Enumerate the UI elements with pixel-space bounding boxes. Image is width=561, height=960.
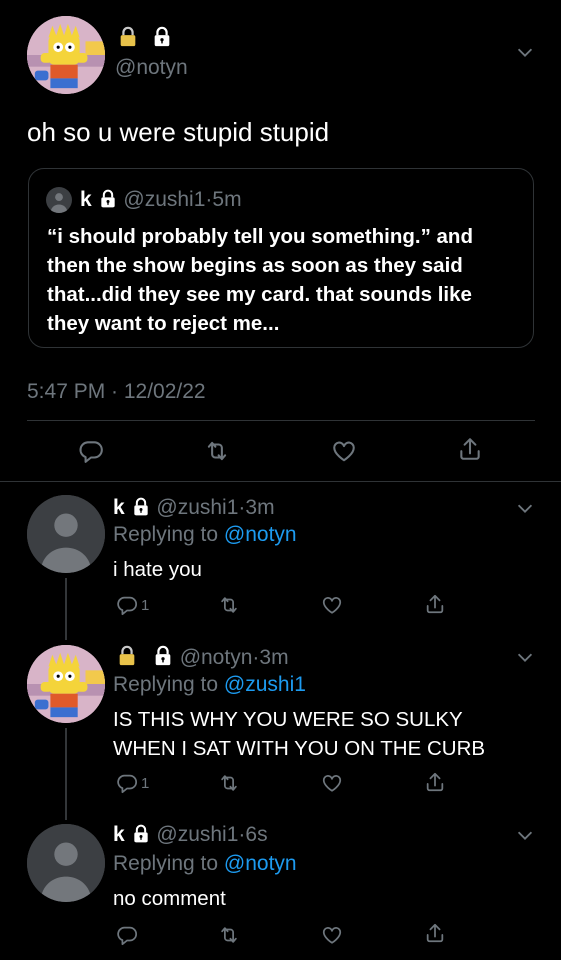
lock-icon	[117, 26, 139, 48]
replying-label: Replying to	[113, 852, 219, 875]
replying-to: Replying to @zushi1	[113, 673, 306, 697]
reply-text-line: WHEN I SAT WITH YOU ON THE CURB	[113, 737, 486, 760]
reply-button[interactable]: 1	[116, 772, 149, 794]
chevron-down-icon[interactable]	[514, 497, 536, 519]
retweet-icon	[218, 772, 240, 794]
lock-icon	[98, 189, 118, 209]
quote-time: 5m	[212, 188, 242, 211]
quote-author-name: k	[80, 188, 92, 211]
lock-icon	[131, 824, 151, 844]
reply-text: no comment	[113, 887, 226, 910]
divider	[27, 420, 535, 421]
quote-text: “i should probably tell you something.” …	[47, 225, 473, 335]
reply-time: 3m	[259, 646, 289, 669]
reply-header: k @zushi1·6s	[113, 823, 268, 847]
avatar-image	[27, 645, 105, 723]
avatar[interactable]	[27, 16, 105, 94]
share-icon	[457, 436, 483, 462]
author-handle[interactable]: @zushi1	[156, 496, 238, 519]
avatar[interactable]	[27, 824, 105, 902]
retweet-button[interactable]	[204, 438, 230, 464]
like-icon	[321, 924, 343, 946]
reply-icon	[116, 594, 138, 616]
reply-text: IS THIS WHY YOU WERE SO SULKY WHEN I SAT…	[113, 705, 485, 763]
reply-time: 3m	[245, 496, 275, 519]
chevron-down-icon[interactable]	[514, 646, 536, 668]
retweet-button[interactable]	[218, 594, 240, 616]
replying-to: Replying to @notyn	[113, 852, 297, 876]
replying-to: Replying to @notyn	[113, 523, 297, 547]
reply-button[interactable]	[116, 924, 138, 946]
avatar-image	[46, 187, 72, 213]
lock-icon	[116, 645, 138, 667]
tweet-timestamp[interactable]: 5:47 PM · 12/02/22	[27, 380, 206, 404]
reply-text-line: IS THIS WHY YOU WERE SO SULKY	[113, 708, 463, 731]
reply-icon	[78, 438, 104, 464]
lock-icon	[151, 26, 173, 48]
reply-button[interactable]	[78, 438, 104, 464]
reply-time: 6s	[245, 823, 268, 846]
share-icon	[424, 771, 446, 793]
avatar-image	[27, 495, 105, 573]
retweet-icon	[218, 924, 240, 946]
retweet-icon	[204, 438, 230, 464]
reply-header: k @zushi1·3m	[113, 496, 275, 520]
like-button[interactable]	[321, 594, 343, 616]
lock-icon	[152, 645, 174, 667]
avatar[interactable]	[27, 495, 105, 573]
author-name[interactable]: k	[113, 496, 125, 519]
tweet-text: oh so u were stupid stupid	[27, 117, 330, 147]
like-icon	[321, 594, 343, 616]
share-icon	[424, 593, 446, 615]
lock-icon	[131, 497, 151, 517]
quote-header: k @zushi1·5m	[80, 188, 242, 212]
retweet-button[interactable]	[218, 924, 240, 946]
author-handle[interactable]: @notyn	[115, 56, 188, 80]
display-name[interactable]	[117, 26, 173, 50]
reply-button[interactable]: 1	[116, 594, 149, 616]
like-button[interactable]	[331, 438, 357, 464]
replying-handle-link[interactable]: @notyn	[224, 523, 297, 546]
author-handle[interactable]: @zushi1	[156, 823, 238, 846]
share-button[interactable]	[424, 922, 446, 944]
thread-line	[65, 728, 67, 820]
retweet-icon	[218, 594, 240, 616]
retweet-button[interactable]	[218, 772, 240, 794]
reply-header: @notyn·3m	[116, 645, 289, 670]
reply-count: 1	[141, 596, 150, 614]
author-name[interactable]: k	[113, 823, 125, 846]
replying-label: Replying to	[113, 673, 219, 696]
share-icon	[424, 922, 446, 944]
replying-label: Replying to	[113, 523, 219, 546]
quote-author-handle: @zushi1	[123, 188, 206, 211]
replying-handle-link[interactable]: @notyn	[224, 852, 297, 875]
like-button[interactable]	[321, 772, 343, 794]
avatar[interactable]	[27, 645, 105, 723]
reply-text: i hate you	[113, 558, 202, 581]
avatar-image	[27, 824, 105, 902]
reply-icon	[116, 772, 138, 794]
avatar-image	[27, 16, 105, 94]
like-icon	[321, 772, 343, 794]
divider	[0, 481, 561, 482]
like-icon	[331, 438, 357, 464]
share-button[interactable]	[424, 593, 446, 615]
share-button[interactable]	[424, 771, 446, 793]
replying-handle-link[interactable]: @zushi1	[224, 673, 306, 696]
reply-icon	[116, 924, 138, 946]
author-handle[interactable]: @notyn	[180, 646, 253, 669]
like-button[interactable]	[321, 924, 343, 946]
reply-count: 1	[141, 774, 150, 792]
thread-line	[65, 578, 67, 640]
chevron-down-icon[interactable]	[514, 41, 536, 63]
quote-avatar	[46, 187, 72, 213]
share-button[interactable]	[457, 436, 483, 462]
chevron-down-icon[interactable]	[514, 824, 536, 846]
